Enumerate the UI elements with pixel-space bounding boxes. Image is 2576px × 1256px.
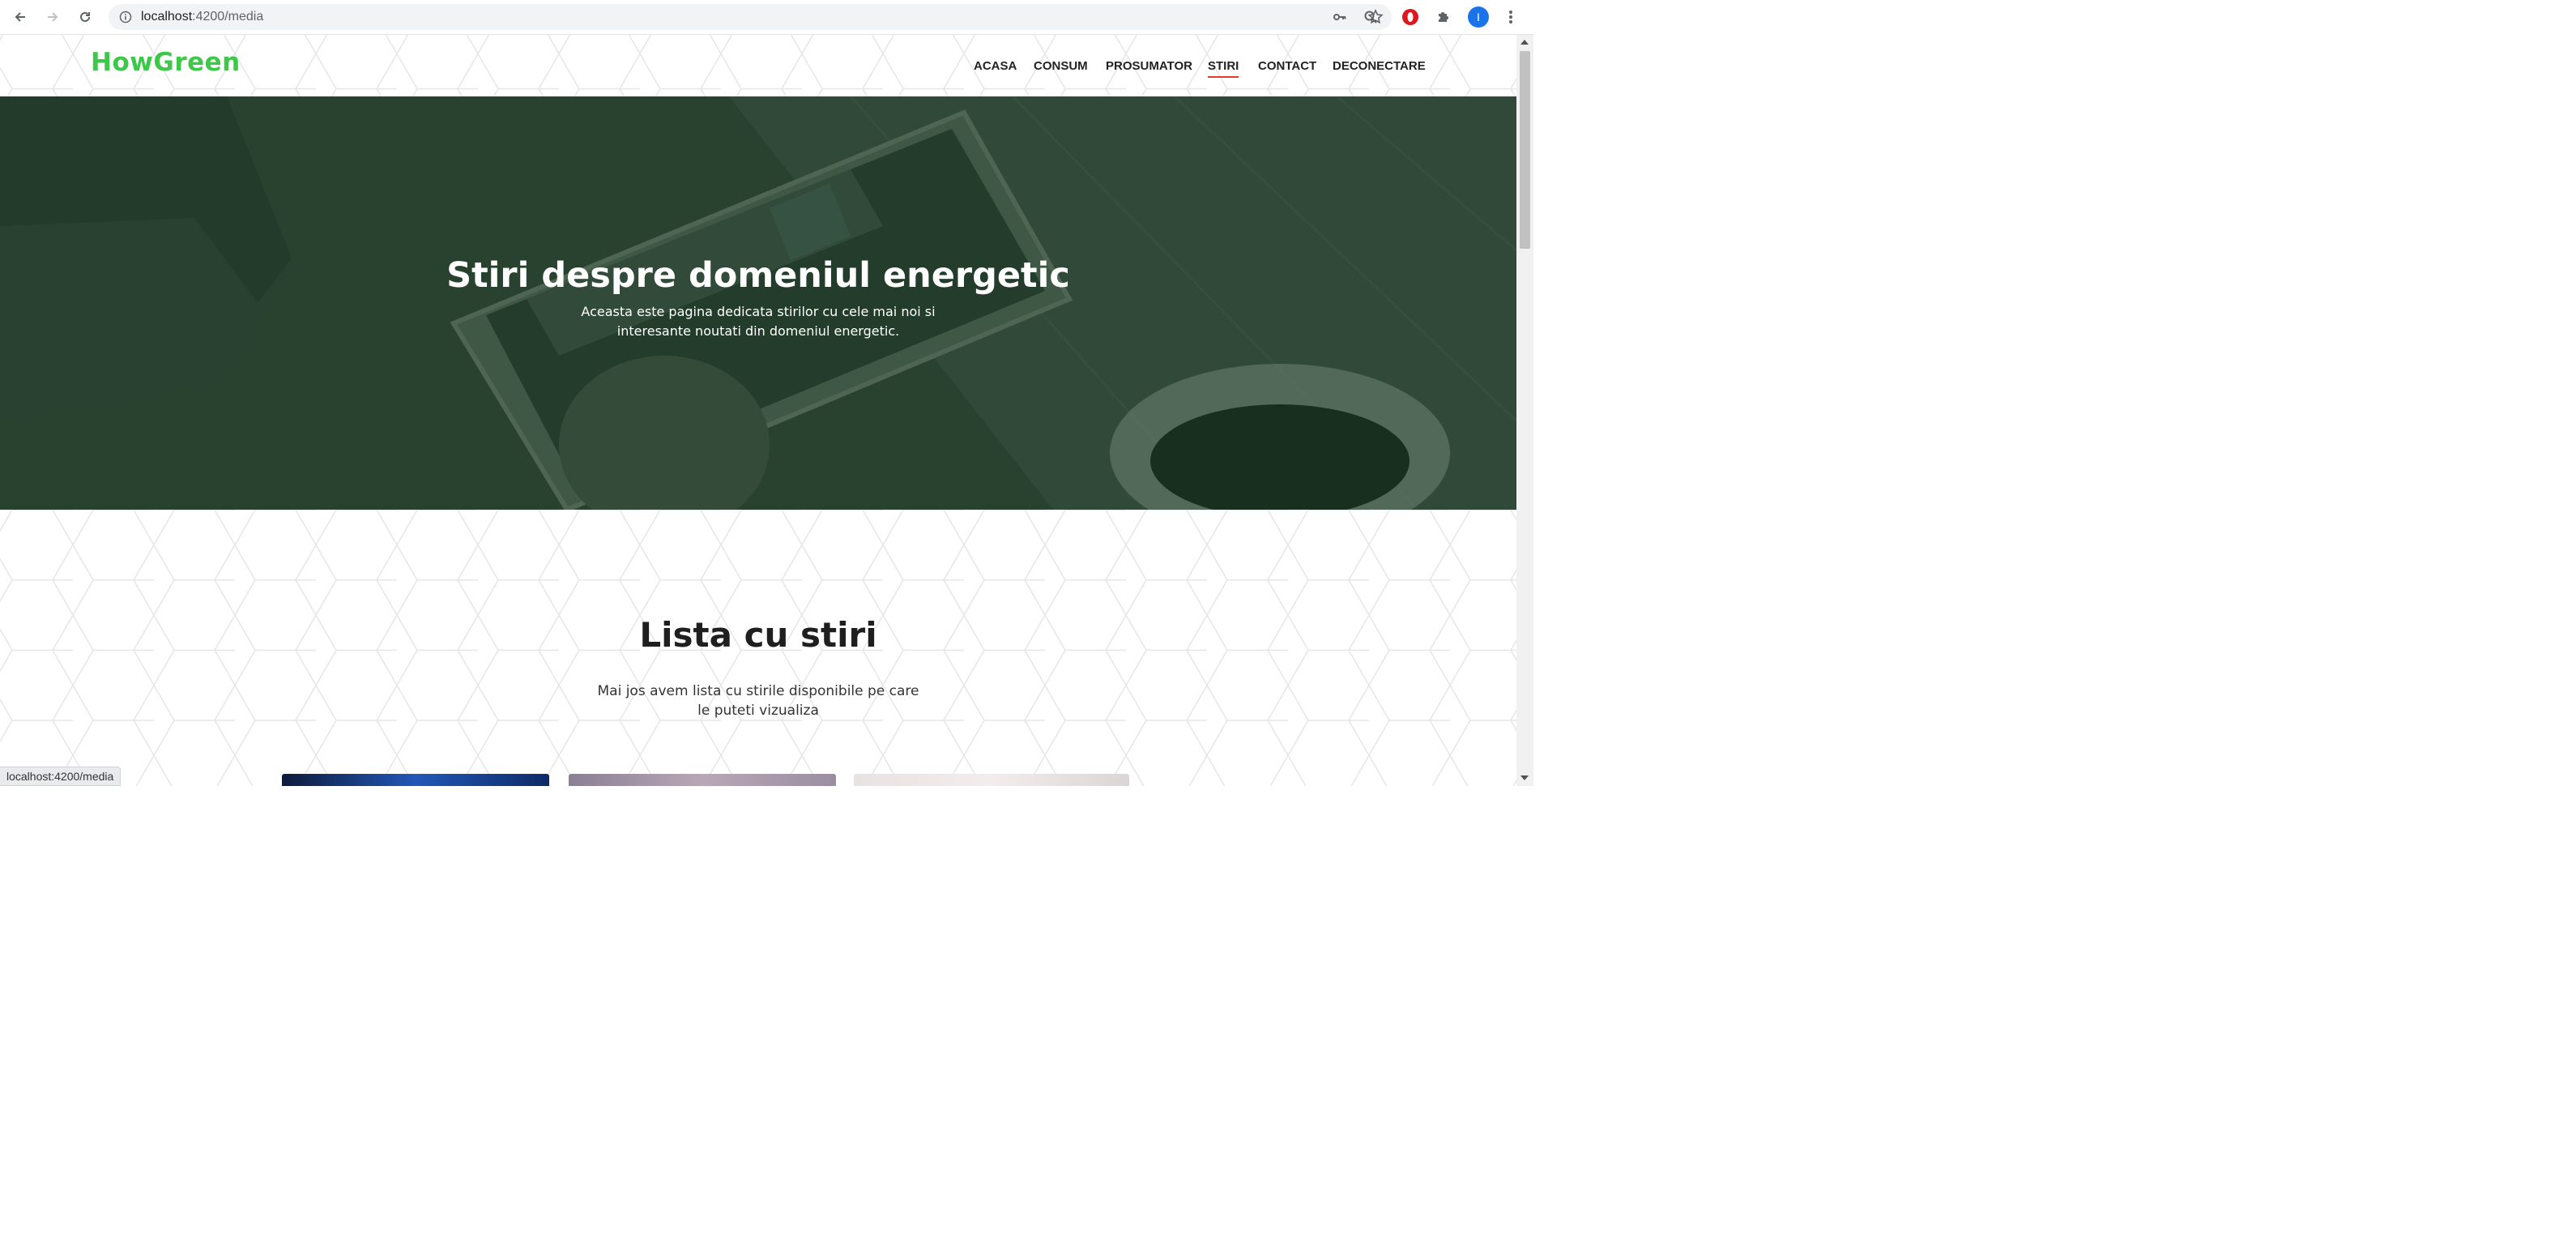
nav-item-consum[interactable]: CONSUM (1034, 59, 1088, 73)
url-path: :4200/media (192, 10, 264, 23)
opera-extension-icon[interactable] (1401, 7, 1420, 27)
nav-item-acasa[interactable]: ACASA (974, 59, 1017, 73)
page-viewport: HowGreen ACASA CONSUM PROSUMATOR STIRI C… (0, 35, 1516, 786)
site-header: HowGreen ACASA CONSUM PROSUMATOR STIRI C… (0, 35, 1516, 96)
news-section-title: Lista cu stiri (639, 615, 877, 655)
key-icon[interactable] (1332, 9, 1348, 25)
hero-banner: Stiri despre domeniul energetic Aceasta … (0, 96, 1516, 510)
news-card-1[interactable] (282, 774, 549, 786)
site-info-icon[interactable] (118, 10, 133, 24)
browser-toolbar: localhost:4200/media I (0, 0, 1533, 35)
status-bar-url: localhost:4200/media (0, 767, 122, 786)
profile-avatar[interactable]: I (1468, 6, 1489, 28)
bookmark-star-icon[interactable] (1366, 7, 1385, 27)
forward-arrow-icon[interactable] (42, 6, 63, 28)
page-scrollbar[interactable] (1516, 35, 1533, 786)
extensions-puzzle-icon[interactable] (1434, 7, 1453, 27)
nav-item-deconectare[interactable]: DECONECTARE (1333, 59, 1426, 73)
scrollbar-thumb[interactable] (1520, 51, 1530, 249)
scroll-down-icon[interactable] (1520, 775, 1529, 780)
news-card-2[interactable] (569, 774, 836, 786)
reload-icon[interactable] (75, 6, 96, 28)
news-card-3[interactable] (854, 774, 1129, 786)
browser-window: localhost:4200/media I HowGreen ACASA CO… (0, 0, 1533, 786)
url-host: localhost (141, 10, 193, 23)
hero-subtitle: Aceasta este pagina dedicata stirilor cu… (581, 304, 936, 339)
nav-item-stiri[interactable]: STIRI (1208, 59, 1239, 78)
nav-item-prosumator[interactable]: PROSUMATOR (1106, 59, 1192, 73)
url-text[interactable]: localhost:4200/media (141, 10, 263, 24)
browser-menu-icon[interactable] (1502, 6, 1520, 28)
back-arrow-icon[interactable] (10, 6, 31, 28)
hero-title: Stiri despre domeniul energetic (446, 255, 1070, 296)
site-logo[interactable]: HowGreen (91, 48, 241, 77)
scroll-up-icon[interactable] (1520, 40, 1529, 45)
news-section-subtitle: Mai jos avem lista cu stirile disponibil… (597, 683, 919, 719)
nav-item-contact[interactable]: CONTACT (1258, 59, 1316, 73)
address-bar[interactable]: localhost:4200/media (109, 4, 1392, 30)
